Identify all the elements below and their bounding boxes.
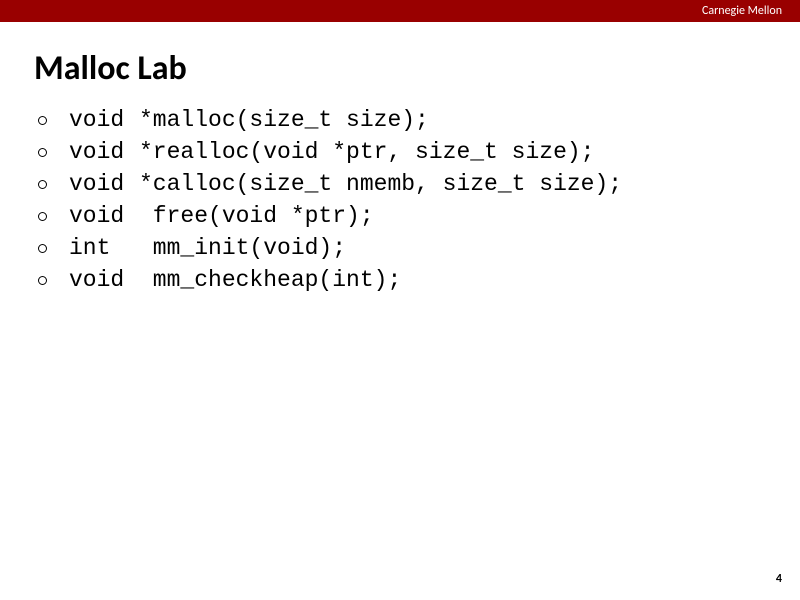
function-signature: *calloc(size_t nmemb, size_t size); <box>139 171 622 197</box>
page-number: 4 <box>776 572 782 586</box>
list-item: void *malloc(size_t size); <box>38 107 800 133</box>
list-item: void *realloc(void *ptr, size_t size); <box>38 139 800 165</box>
function-list: void *malloc(size_t size); void *realloc… <box>38 107 800 293</box>
function-signature: free(void *ptr); <box>139 203 374 229</box>
bullet-icon <box>38 148 47 157</box>
return-type: void <box>69 267 139 293</box>
return-type: void <box>69 203 139 229</box>
list-item: void mm_checkheap(int); <box>38 267 800 293</box>
return-type: void <box>69 107 139 133</box>
bullet-icon <box>38 180 47 189</box>
function-signature: mm_init(void); <box>139 235 346 261</box>
header-bar: Carnegie Mellon <box>0 0 800 22</box>
bullet-icon <box>38 276 47 285</box>
bullet-icon <box>38 116 47 125</box>
list-item: int mm_init(void); <box>38 235 800 261</box>
university-name: Carnegie Mellon <box>702 4 782 18</box>
list-item: void *calloc(size_t nmemb, size_t size); <box>38 171 800 197</box>
list-item: void free(void *ptr); <box>38 203 800 229</box>
page-title: Malloc Lab <box>34 48 800 89</box>
return-type: void <box>69 171 139 197</box>
bullet-icon <box>38 244 47 253</box>
function-signature: *malloc(size_t size); <box>139 107 429 133</box>
bullet-icon <box>38 212 47 221</box>
return-type: void <box>69 139 139 165</box>
function-signature: mm_checkheap(int); <box>139 267 401 293</box>
function-signature: *realloc(void *ptr, size_t size); <box>139 139 594 165</box>
return-type: int <box>69 235 139 261</box>
